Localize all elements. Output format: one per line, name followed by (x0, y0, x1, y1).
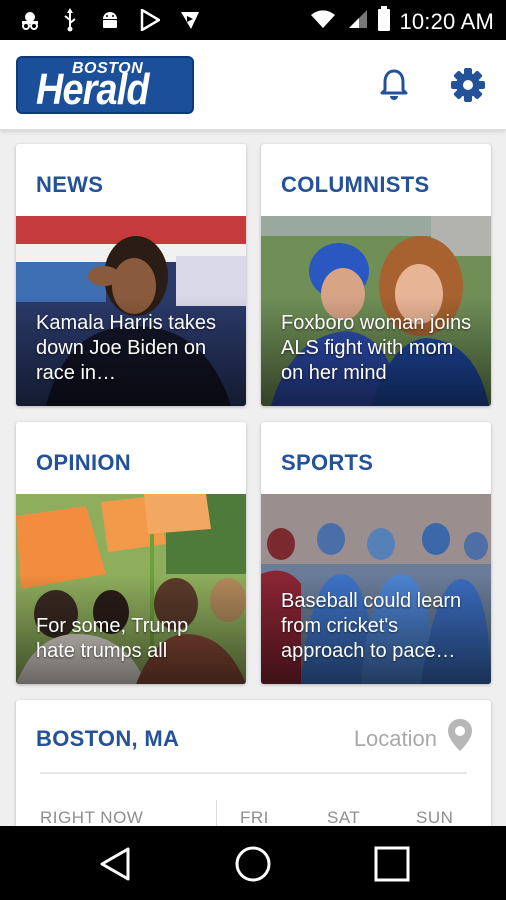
location-button[interactable]: Location (354, 726, 437, 752)
status-right-icons: 10:20 AM (309, 6, 494, 37)
headline[interactable]: Kamala Harris takes down Joe Biden on ra… (36, 311, 232, 386)
forecast-day: SAT (327, 808, 361, 826)
cell-signal-icon (345, 8, 369, 35)
forecast-separator (216, 800, 217, 826)
status-left-icons (18, 8, 202, 32)
section-card-sports[interactable]: SPORTS Baseball could learn from cricket… (261, 422, 491, 684)
opinion-thumbnail[interactable]: For some, Trump hate trumps all (16, 494, 246, 684)
news-thumbnail[interactable]: Kamala Harris takes down Joe Biden on ra… (16, 216, 246, 406)
wifi-icon (309, 8, 337, 35)
section-card-news[interactable]: NEWS Kamala Harris takes down Joe Biden … (16, 144, 246, 406)
incognito-icon (18, 8, 42, 32)
play-store-icon (138, 8, 162, 32)
weather-divider (40, 772, 467, 774)
status-time: 10:20 AM (399, 8, 494, 34)
logo-big-text: Herald (36, 65, 149, 114)
boston-herald-logo[interactable]: BOSTON Herald (16, 56, 194, 114)
section-card-opinion[interactable]: OPINION For some, Trump hate trumps all (16, 422, 246, 684)
forecast-right-now: RIGHT NOW (40, 808, 144, 826)
weather-card: BOSTON, MA Location RIGHT NOW FRI SAT SU… (16, 700, 491, 826)
sports-thumbnail[interactable]: Baseball could learn from cricket's appr… (261, 494, 491, 684)
location-pin-icon[interactable] (447, 718, 473, 752)
section-title: COLUMNISTS (281, 172, 430, 197)
status-bar: 10:20 AM (0, 0, 506, 40)
navigation-bar (0, 826, 506, 900)
headline[interactable]: For some, Trump hate trumps all (36, 614, 232, 664)
headline[interactable]: Foxboro woman joins ALS fight with mom o… (281, 311, 477, 386)
forecast-day: FRI (240, 808, 269, 826)
section-title: OPINION (36, 450, 131, 475)
section-card-columnists[interactable]: COLUMNISTS Foxboro woman joins ALS fight… (261, 144, 491, 406)
usb-icon (58, 8, 82, 32)
gear-icon[interactable] (449, 66, 487, 104)
weather-city: BOSTON, MA (36, 726, 180, 751)
android-icon (98, 8, 122, 32)
headline[interactable]: Baseball could learn from cricket's appr… (281, 589, 477, 664)
forecast-day: SUN (416, 808, 454, 826)
content-area: NEWS Kamala Harris takes down Joe Biden … (0, 130, 506, 826)
recents-square-icon[interactable] (372, 844, 412, 884)
bell-icon[interactable] (376, 66, 412, 102)
section-title: NEWS (36, 172, 104, 197)
back-triangle-icon[interactable] (96, 844, 136, 884)
section-title: SPORTS (281, 450, 374, 475)
battery-icon (377, 6, 391, 37)
columnists-thumbnail[interactable]: Foxboro woman joins ALS fight with mom o… (261, 216, 491, 406)
app-bar: BOSTON Herald (0, 40, 506, 130)
home-circle-icon[interactable] (233, 844, 273, 884)
play-movies-icon (178, 8, 202, 32)
